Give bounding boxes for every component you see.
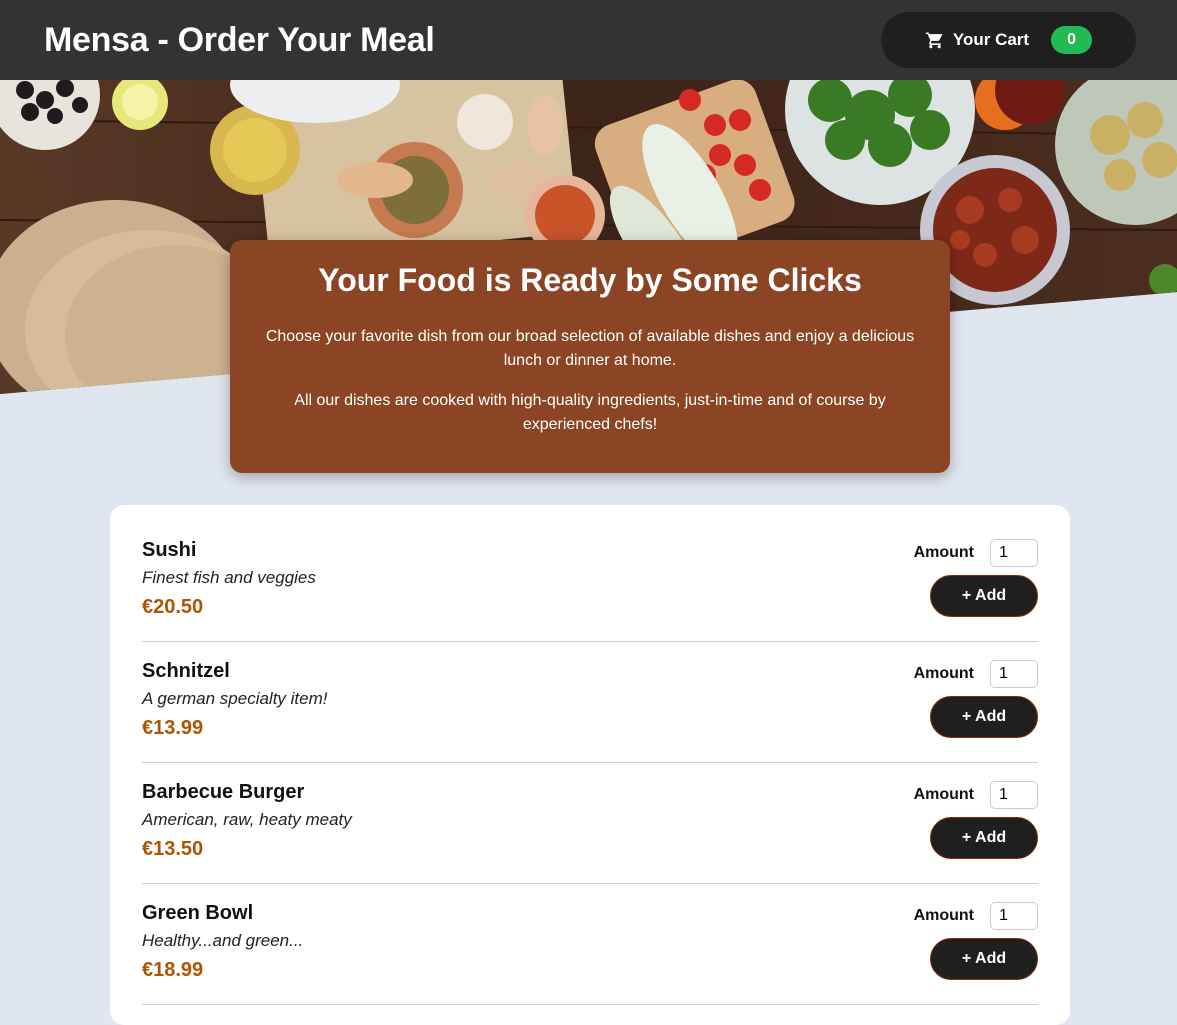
- meal-name: Green Bowl: [142, 902, 254, 924]
- app-title: Mensa - Order Your Meal: [44, 20, 435, 59]
- meal-name: Schnitzel: [142, 660, 230, 682]
- amount-label: Amount: [913, 544, 974, 561]
- amount-input[interactable]: [990, 781, 1038, 809]
- amount-label: Amount: [913, 786, 974, 803]
- meal-form: Amount + Add: [914, 539, 1038, 641]
- cart-button[interactable]: Your Cart 0: [881, 12, 1136, 68]
- meal-price: €13.50: [142, 838, 204, 860]
- meals-list: Sushi Finest fish and veggies €20.50 Amo…: [110, 505, 1070, 1025]
- meal-price: €20.50: [142, 596, 204, 618]
- amount-label: Amount: [913, 665, 974, 682]
- meal-price: €18.99: [142, 959, 204, 981]
- meal-form: Amount + Add: [914, 781, 1038, 883]
- add-button[interactable]: + Add: [930, 696, 1038, 738]
- summary-paragraph: Choose your favorite dish from our broad…: [265, 328, 915, 369]
- add-button[interactable]: + Add: [930, 575, 1038, 617]
- meal-item: Schnitzel A german specialty item! €13.9…: [142, 642, 1038, 763]
- meal-item: Barbecue Burger American, raw, heaty mea…: [142, 763, 1038, 884]
- meal-description: A german specialty item!: [142, 689, 328, 708]
- meal-form: Amount + Add: [914, 660, 1038, 762]
- add-button[interactable]: + Add: [930, 817, 1038, 859]
- amount-input[interactable]: [990, 902, 1038, 930]
- meal-form: Amount + Add: [914, 902, 1038, 1004]
- meal-item: Sushi Finest fish and veggies €20.50 Amo…: [142, 521, 1038, 642]
- cart-icon: [925, 32, 943, 49]
- meal-description: Finest fish and veggies: [142, 568, 316, 587]
- summary-paragraph: All our dishes are cooked with high-qual…: [294, 392, 886, 433]
- cart-count-badge: 0: [1051, 26, 1093, 54]
- meal-item: Green Bowl Healthy...and green... €18.99…: [142, 884, 1038, 1005]
- cart-label: Your Cart: [952, 30, 1030, 49]
- amount-input[interactable]: [990, 539, 1038, 567]
- add-button[interactable]: + Add: [930, 938, 1038, 980]
- meal-price: €13.99: [142, 717, 204, 739]
- meal-description: Healthy...and green...: [142, 931, 304, 950]
- meal-description: American, raw, heaty meaty: [142, 810, 352, 829]
- app-header: Mensa - Order Your Meal Your Cart 0: [0, 0, 1177, 80]
- summary-title: Your Food is Ready by Some Clicks: [318, 262, 862, 298]
- meal-name: Sushi: [142, 539, 197, 561]
- summary-card: Your Food is Ready by Some Clicks Choose…: [230, 240, 950, 473]
- amount-label: Amount: [913, 907, 974, 924]
- meal-name: Barbecue Burger: [142, 781, 305, 803]
- amount-input[interactable]: [990, 660, 1038, 688]
